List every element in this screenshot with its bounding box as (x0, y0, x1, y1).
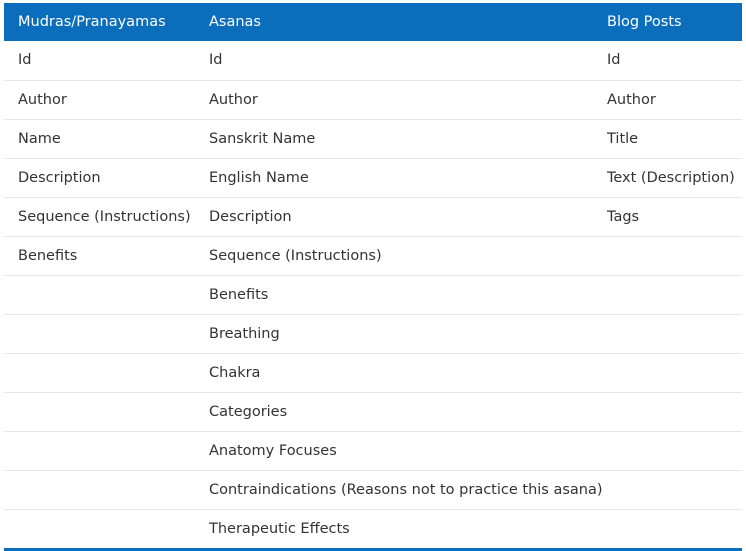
mudras-pranayamas-cell (4, 509, 195, 548)
asanas-cell: Sequence (Instructions) (195, 236, 593, 276)
table-row: Name Sanskrit Name Title (4, 119, 742, 159)
column-header-mudras-pranayamas: Mudras/Pranayamas (18, 14, 166, 30)
blog-posts-cell (593, 314, 742, 354)
asanas-cell: Categories (195, 392, 593, 432)
blog-posts-cell: Author (593, 80, 742, 120)
mudras-pranayamas-cell: Name (4, 119, 195, 159)
asanas-cell: Breathing (195, 314, 593, 354)
blog-posts-cell (593, 392, 742, 432)
table-row: Benefits (4, 275, 742, 315)
blog-posts-cell (593, 236, 742, 276)
asanas-cell: Anatomy Focuses (195, 431, 593, 471)
mudras-pranayamas-cell (4, 470, 195, 510)
asanas-cell: Benefits (195, 275, 593, 315)
asanas-cell: English Name (195, 158, 593, 198)
blog-posts-cell (593, 353, 742, 393)
blog-posts-cell (593, 470, 742, 510)
blog-posts-cell: Text (Description) (593, 158, 742, 198)
mudras-pranayamas-cell: Id (4, 41, 195, 81)
table-header-row: Mudras/Pranayamas Asanas Blog Posts (4, 3, 742, 41)
table-row: Breathing (4, 314, 742, 354)
asanas-cell: Author (195, 80, 593, 120)
mudras-pranayamas-cell (4, 392, 195, 432)
blog-posts-cell (593, 431, 742, 471)
data-model-table-container: Mudras/Pranayamas Asanas Blog Posts Id Id… (4, 3, 742, 551)
blog-posts-cell (593, 509, 742, 548)
asanas-cell: Therapeutic Effects (209, 520, 350, 537)
table-row: Chakra (4, 353, 742, 393)
table-header: Mudras/Pranayamas Asanas Blog Posts (4, 3, 742, 41)
mudras-pranayamas-cell: Benefits (4, 236, 195, 276)
table-row: Author Author Author (4, 80, 742, 120)
table-row: Therapeutic Effects (4, 509, 742, 548)
asanas-cell: Sanskrit Name (195, 119, 593, 159)
blog-posts-cell (593, 275, 742, 315)
table-row: Sequence (Instructions) Description Tags (4, 197, 742, 237)
mudras-pranayamas-cell (4, 314, 195, 354)
table-row: Description English Name Text (Description… (4, 158, 742, 198)
table-row: Benefits Sequence (Instructions) (4, 236, 742, 276)
blog-posts-cell: Id (593, 41, 742, 81)
mudras-pranayamas-cell (4, 431, 195, 471)
table-row: Id Id Id (4, 41, 742, 81)
data-model-table: Mudras/Pranayamas Asanas Blog Posts Id Id… (4, 3, 742, 548)
asanas-cell: Id (195, 41, 593, 81)
asanas-cell: Contraindications (Reasons not to practi… (195, 470, 603, 510)
column-header-blog-posts: Blog Posts (607, 14, 682, 30)
table-row: Contraindications (Reasons not to practi… (4, 470, 742, 510)
table-row: Categories (4, 392, 742, 432)
table-row: Anatomy Focuses (4, 431, 742, 471)
column-header-asanas: Asanas (209, 14, 261, 30)
asanas-cell: Description (195, 197, 593, 237)
mudras-pranayamas-cell (4, 353, 195, 393)
blog-posts-cell: Tags (593, 197, 742, 237)
blog-posts-cell: Title (593, 119, 742, 159)
table-body: Id Id Id Author Author Author Name Sanskrit Nam… (4, 41, 742, 548)
mudras-pranayamas-cell: Sequence (Instructions) (4, 197, 195, 237)
mudras-pranayamas-cell: Description (4, 158, 195, 198)
mudras-pranayamas-cell: Author (4, 80, 195, 120)
asanas-cell: Chakra (195, 353, 593, 393)
mudras-pranayamas-cell (4, 275, 195, 315)
